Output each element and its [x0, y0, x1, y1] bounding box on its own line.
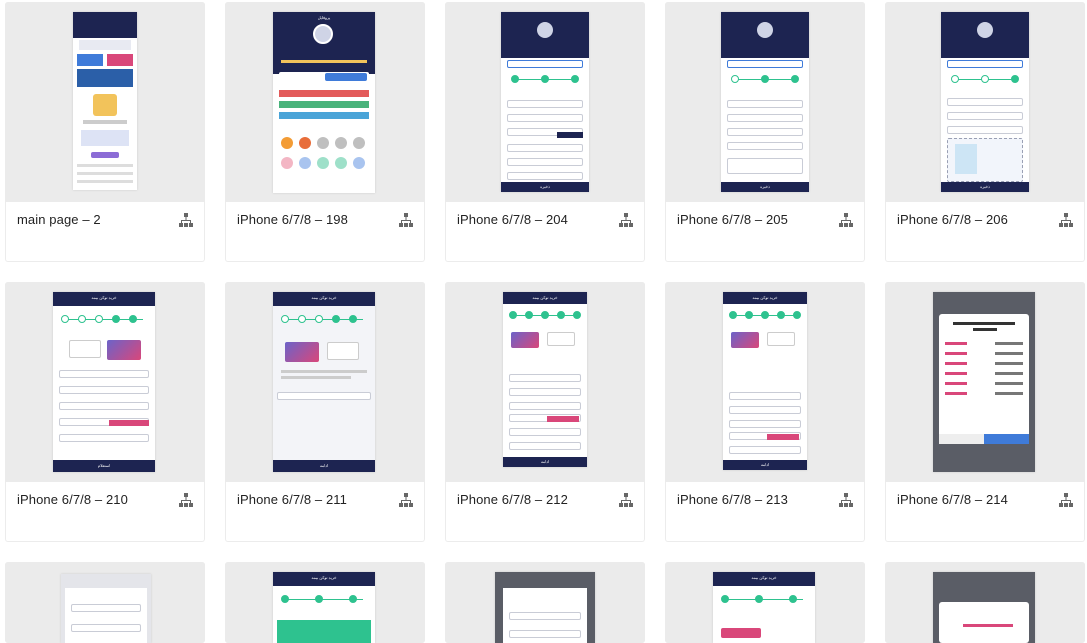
thumbnail: خرید توکن بیمه ادامه: [225, 282, 425, 482]
artboard-grid: main page – 2 پروفایل iPhone 6/7/8 – 198…: [0, 0, 1087, 643]
artboard-label[interactable]: iPhone 6/7/8 – 206: [897, 212, 1008, 227]
insurance-preview: خرید توکن بیمه ادامه: [273, 292, 375, 472]
artboard-card[interactable]: خرید توکن بیمه: [225, 562, 425, 643]
insurance-preview: خرید توکن بیمه استعلام: [53, 292, 155, 472]
form-preview: ذخیره: [721, 12, 809, 192]
sitemap-icon[interactable]: [618, 212, 634, 228]
thumbnail: خرید توکن بیمه ادامه: [445, 282, 645, 482]
sitemap-icon[interactable]: [838, 492, 854, 508]
artboard-card[interactable]: خرید توکن بیمه: [665, 562, 865, 643]
artboard-label[interactable]: iPhone 6/7/8 – 210: [17, 492, 128, 507]
artboard-label[interactable]: main page – 2: [17, 212, 101, 227]
artboard-card[interactable]: پروفایل iPhone 6/7/8 – 198: [225, 2, 425, 262]
confirm-button[interactable]: ادامه: [503, 457, 587, 467]
artboard-card[interactable]: خرید توکن بیمه استعلام iPhone 6/7/8 – 21…: [5, 282, 205, 542]
screen-title: خرید توکن بیمه: [311, 575, 337, 580]
sitemap-icon[interactable]: [1058, 492, 1074, 508]
artboard-label[interactable]: iPhone 6/7/8 – 213: [677, 492, 788, 507]
thumbnail: [885, 562, 1085, 643]
partial-preview: خرید توکن بیمه: [273, 572, 375, 643]
screen-title: خرید توکن بیمه: [91, 295, 117, 300]
artboard-card[interactable]: خرید توکن بیمه ادامه iPhone 6/7/8 – 213: [665, 282, 865, 542]
screen-title: پروفایل: [317, 15, 331, 20]
confirm-button[interactable]: ادامه: [723, 460, 807, 470]
artboard-card[interactable]: iPhone 6/7/8 – 214: [885, 282, 1085, 542]
profile-preview: پروفایل: [273, 12, 375, 193]
save-button[interactable]: ذخیره: [721, 182, 809, 192]
artboard-card[interactable]: ذخیره iPhone 6/7/8 – 206: [885, 2, 1085, 262]
partial-preview: [495, 572, 595, 643]
screen-title: خرید توکن بیمه: [532, 295, 558, 300]
artboard-label[interactable]: iPhone 6/7/8 – 214: [897, 492, 1008, 507]
partial-preview: [61, 574, 151, 643]
artboard-card[interactable]: ذخیره iPhone 6/7/8 – 205: [665, 2, 865, 262]
save-button[interactable]: ذخیره: [941, 182, 1029, 192]
sitemap-icon[interactable]: [838, 212, 854, 228]
thumbnail: خرید توکن بیمه: [665, 562, 865, 643]
continue-button[interactable]: استعلام: [53, 460, 155, 472]
artboard-label[interactable]: iPhone 6/7/8 – 211: [237, 492, 347, 507]
screen-title: خرید توکن بیمه: [751, 575, 777, 580]
partial-preview: خرید توکن بیمه: [713, 572, 815, 643]
main-page-preview: [73, 12, 137, 190]
sitemap-icon[interactable]: [1058, 212, 1074, 228]
screen-title: خرید توکن بیمه: [752, 295, 778, 300]
sitemap-icon[interactable]: [178, 212, 194, 228]
artboard-card[interactable]: [5, 562, 205, 643]
thumbnail: [5, 562, 205, 643]
artboard-card[interactable]: ذخیره iPhone 6/7/8 – 204: [445, 2, 645, 262]
save-button[interactable]: ذخیره: [501, 182, 589, 192]
artboard-label[interactable]: iPhone 6/7/8 – 205: [677, 212, 788, 227]
thumbnail: [445, 562, 645, 643]
thumbnail: ذخیره: [885, 2, 1085, 202]
thumbnail: پروفایل: [225, 2, 425, 202]
artboard-card[interactable]: [885, 562, 1085, 643]
sitemap-icon[interactable]: [618, 492, 634, 508]
sitemap-icon[interactable]: [398, 492, 414, 508]
artboard-label[interactable]: iPhone 6/7/8 – 204: [457, 212, 568, 227]
form-preview: ذخیره: [941, 12, 1029, 192]
partial-preview: [933, 572, 1035, 643]
insurance-preview: خرید توکن بیمه ادامه: [503, 292, 587, 467]
thumbnail: خرید توکن بیمه ادامه: [665, 282, 865, 482]
confirm-button[interactable]: ادامه: [273, 460, 375, 472]
thumbnail: ذخیره: [445, 2, 645, 202]
sitemap-icon[interactable]: [398, 212, 414, 228]
artboard-label[interactable]: iPhone 6/7/8 – 198: [237, 212, 348, 227]
thumbnail: خرید توکن بیمه: [225, 562, 425, 643]
sitemap-icon[interactable]: [178, 492, 194, 508]
dialog-preview: [933, 292, 1035, 472]
insurance-preview: خرید توکن بیمه ادامه: [723, 292, 807, 470]
screen-title: خرید توکن بیمه: [311, 295, 337, 300]
artboard-card[interactable]: خرید توکن بیمه ادامه iPhone 6/7/8 – 211: [225, 282, 425, 542]
thumbnail: [885, 282, 1085, 482]
thumbnail: خرید توکن بیمه استعلام: [5, 282, 205, 482]
artboard-card[interactable]: [445, 562, 645, 643]
artboard-card[interactable]: main page – 2: [5, 2, 205, 262]
form-preview: ذخیره: [501, 12, 589, 192]
thumbnail: [5, 2, 205, 202]
artboard-card[interactable]: خرید توکن بیمه ادامه iPhone 6/7/8 – 212: [445, 282, 645, 542]
thumbnail: ذخیره: [665, 2, 865, 202]
artboard-label[interactable]: iPhone 6/7/8 – 212: [457, 492, 568, 507]
